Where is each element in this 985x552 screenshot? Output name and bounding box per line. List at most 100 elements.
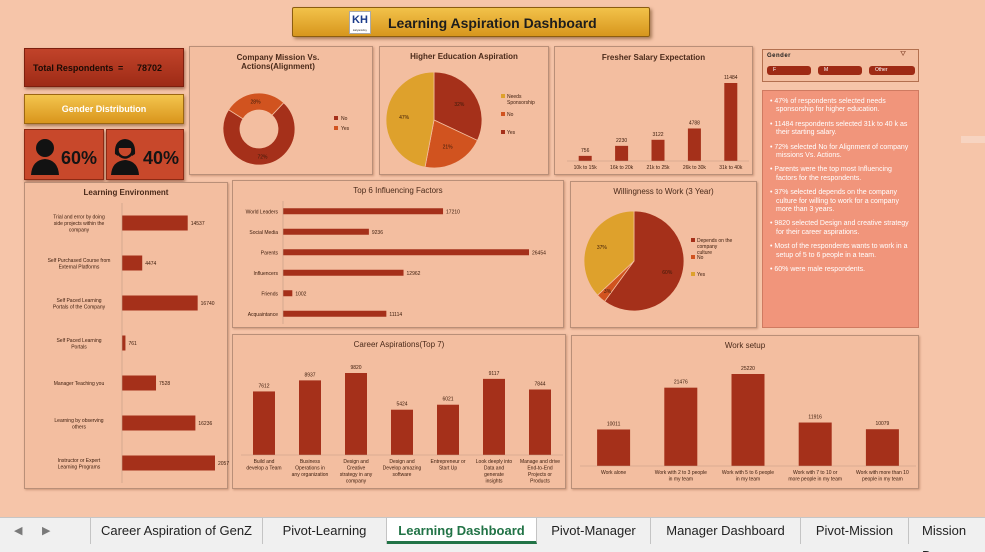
legend-label: Yes: [507, 130, 516, 136]
bar: [283, 249, 529, 256]
tab-learning-dashboard[interactable]: Learning Dashboard: [387, 518, 537, 544]
gender-slicer: Gender ⛛ F M Other: [762, 49, 919, 82]
bar: [122, 335, 126, 351]
bar: [122, 215, 188, 231]
bar: [122, 375, 157, 391]
legend-label: Yes: [341, 126, 350, 132]
bar: [865, 429, 899, 466]
bar: [122, 255, 143, 271]
bar-data-label: 8937: [304, 372, 315, 378]
bar-data-label: 7528: [159, 381, 170, 387]
legend-label: Needs Sponsorship: [507, 94, 535, 106]
insight-item: • 60% were male respondents.: [770, 266, 866, 274]
scroll-marker: [961, 136, 985, 143]
legend-swatch: [501, 94, 505, 98]
mission-donut-chart: 72% 28% No Yes: [222, 92, 350, 166]
bar-data-label: 7612: [258, 383, 269, 389]
y-tick-label: Manager Teaching you: [54, 381, 105, 387]
gender-slicer-label: Gender: [767, 53, 792, 59]
tab-manager-dashboard[interactable]: Manager Dashboard: [651, 518, 801, 544]
bar: [578, 155, 592, 161]
bar-data-label: 5424: [396, 402, 407, 408]
y-tick-label: Self Paced Learning Portals of the Compan…: [53, 298, 106, 311]
bar-data-label: 11114: [389, 312, 402, 318]
work-setup-panel: Work setup 10011 Work alone 21476 Work with…: [571, 335, 919, 489]
pie-slice: [385, 71, 435, 168]
bar-data-label: 9820: [350, 365, 361, 371]
legend-swatch: [501, 112, 505, 116]
slice-data-label: 47%: [399, 115, 410, 121]
y-tick-label: Influencers: [254, 271, 279, 277]
x-tick-label: Build and develop a Team: [246, 459, 281, 472]
work-setup-bar-chart: 10011 Work alone 21476 Work with 2 to 3 peo…: [580, 366, 916, 483]
bar-data-label: 12962: [407, 271, 421, 277]
x-tick-label: Design and Develop amazing software: [383, 459, 422, 478]
legend-label: No: [341, 116, 348, 122]
slicer-item-m[interactable]: M: [818, 66, 862, 75]
x-tick-label: Work with 7 to 10 or more people in my te…: [788, 470, 842, 483]
male-user-icon: [31, 139, 59, 175]
bar: [283, 269, 404, 276]
clear-filter-icon[interactable]: ⛛: [900, 51, 906, 59]
bar: [529, 389, 551, 455]
x-tick-label: Work with more than 10 people in my team: [856, 470, 909, 483]
legend-swatch: [691, 238, 695, 242]
bar: [283, 208, 444, 215]
mission-alignment-panel: Company Mission Vs. Actions(Alignment) 7…: [189, 46, 373, 175]
higher-education-panel: Higher Education Aspiration 32% 21% 47% Nee…: [379, 46, 549, 175]
insight-item: • 37% selected depends on the company cu…: [770, 189, 899, 214]
scroll-tabs-left-icon[interactable]: ◀: [14, 524, 22, 537]
male-percent-card: 60%: [24, 129, 104, 180]
slicer-item-other[interactable]: Other: [869, 66, 915, 75]
legend-swatch: [334, 116, 338, 120]
bar-data-label: 11916: [808, 415, 822, 421]
slice-data-label: 28%: [251, 100, 262, 106]
total-respondents-value: 78702: [137, 63, 163, 73]
y-tick-label: Trial and error by doing side projects wi…: [53, 215, 105, 234]
y-tick-label: Social Media: [249, 230, 278, 236]
legend-swatch: [334, 126, 338, 130]
tab-pivot-manager[interactable]: Pivot-Manager: [537, 518, 651, 544]
scroll-tabs-right-icon[interactable]: ▶: [42, 524, 50, 537]
dashboard-title: Learning Aspiration Dashboard: [388, 15, 597, 31]
influencing-factors-panel: Top 6 Influencing Factors 17210 World Lea…: [232, 180, 564, 328]
bar-data-label: 11484: [724, 75, 738, 81]
learning-environment-bar-chart: 14537 Trial and error by doing side projec…: [48, 203, 229, 483]
x-tick-label: Design and Creative strategy in any company: [340, 459, 373, 485]
bar: [597, 429, 631, 466]
tab-career-aspiration[interactable]: Career Aspiration of GenZ: [90, 518, 263, 544]
slice-data-label: 60%: [662, 270, 673, 276]
bar-data-label: 21476: [674, 380, 688, 386]
bar-data-label: 9117: [489, 371, 500, 377]
bar-data-label: 7844: [534, 382, 545, 388]
tab-pivot-mission[interactable]: Pivot-Mission: [801, 518, 909, 544]
bar-data-label: 4788: [689, 120, 700, 126]
logo-subtext: kalyanidsy: [352, 28, 367, 32]
x-tick-label: 31k to 40k: [719, 165, 743, 171]
insight-item: • 72% selected No for Alignment of compa…: [770, 143, 909, 160]
career-aspirations-panel: Career Aspirations(Top 7) 7612 Build and d…: [232, 334, 566, 489]
tab-pivot-learning[interactable]: Pivot-Learning: [263, 518, 387, 544]
bar: [724, 83, 738, 161]
influencing-factors-bar-chart: 17210 World Leaders 9236 Social Media 26454 P…: [246, 201, 546, 324]
logo-text: KH: [352, 14, 368, 26]
tab-mission-dashboard[interactable]: Mission Da: [909, 518, 985, 552]
bar-data-label: 20576: [218, 461, 229, 467]
male-percent: 60%: [61, 148, 98, 168]
y-tick-label: World Leaders: [246, 209, 279, 215]
female-user-icon: [111, 139, 139, 175]
bar: [283, 310, 387, 317]
x-tick-label: Work alone: [601, 470, 626, 476]
x-tick-label: Work with 2 to 3 people in my team: [655, 470, 707, 483]
total-respondents-card: Total Respondents = 78702: [24, 48, 184, 87]
bar: [615, 145, 629, 161]
sheet-tab-bar: ◀ ▶ Career Aspiration of GenZ Pivot-Lear…: [0, 517, 985, 552]
bar: [664, 387, 698, 466]
dashboard-title-bar: KH kalyanidsy Learning Aspiration Dashboa…: [292, 7, 650, 37]
slicer-item-f[interactable]: F: [767, 66, 811, 75]
salary-expectation-panel: Fresher Salary Expectation 756 10k to 15k…: [554, 46, 753, 175]
legend-swatch: [691, 272, 695, 276]
bar: [483, 378, 505, 455]
bar-data-label: 26454: [532, 250, 546, 256]
bar: [651, 139, 665, 161]
